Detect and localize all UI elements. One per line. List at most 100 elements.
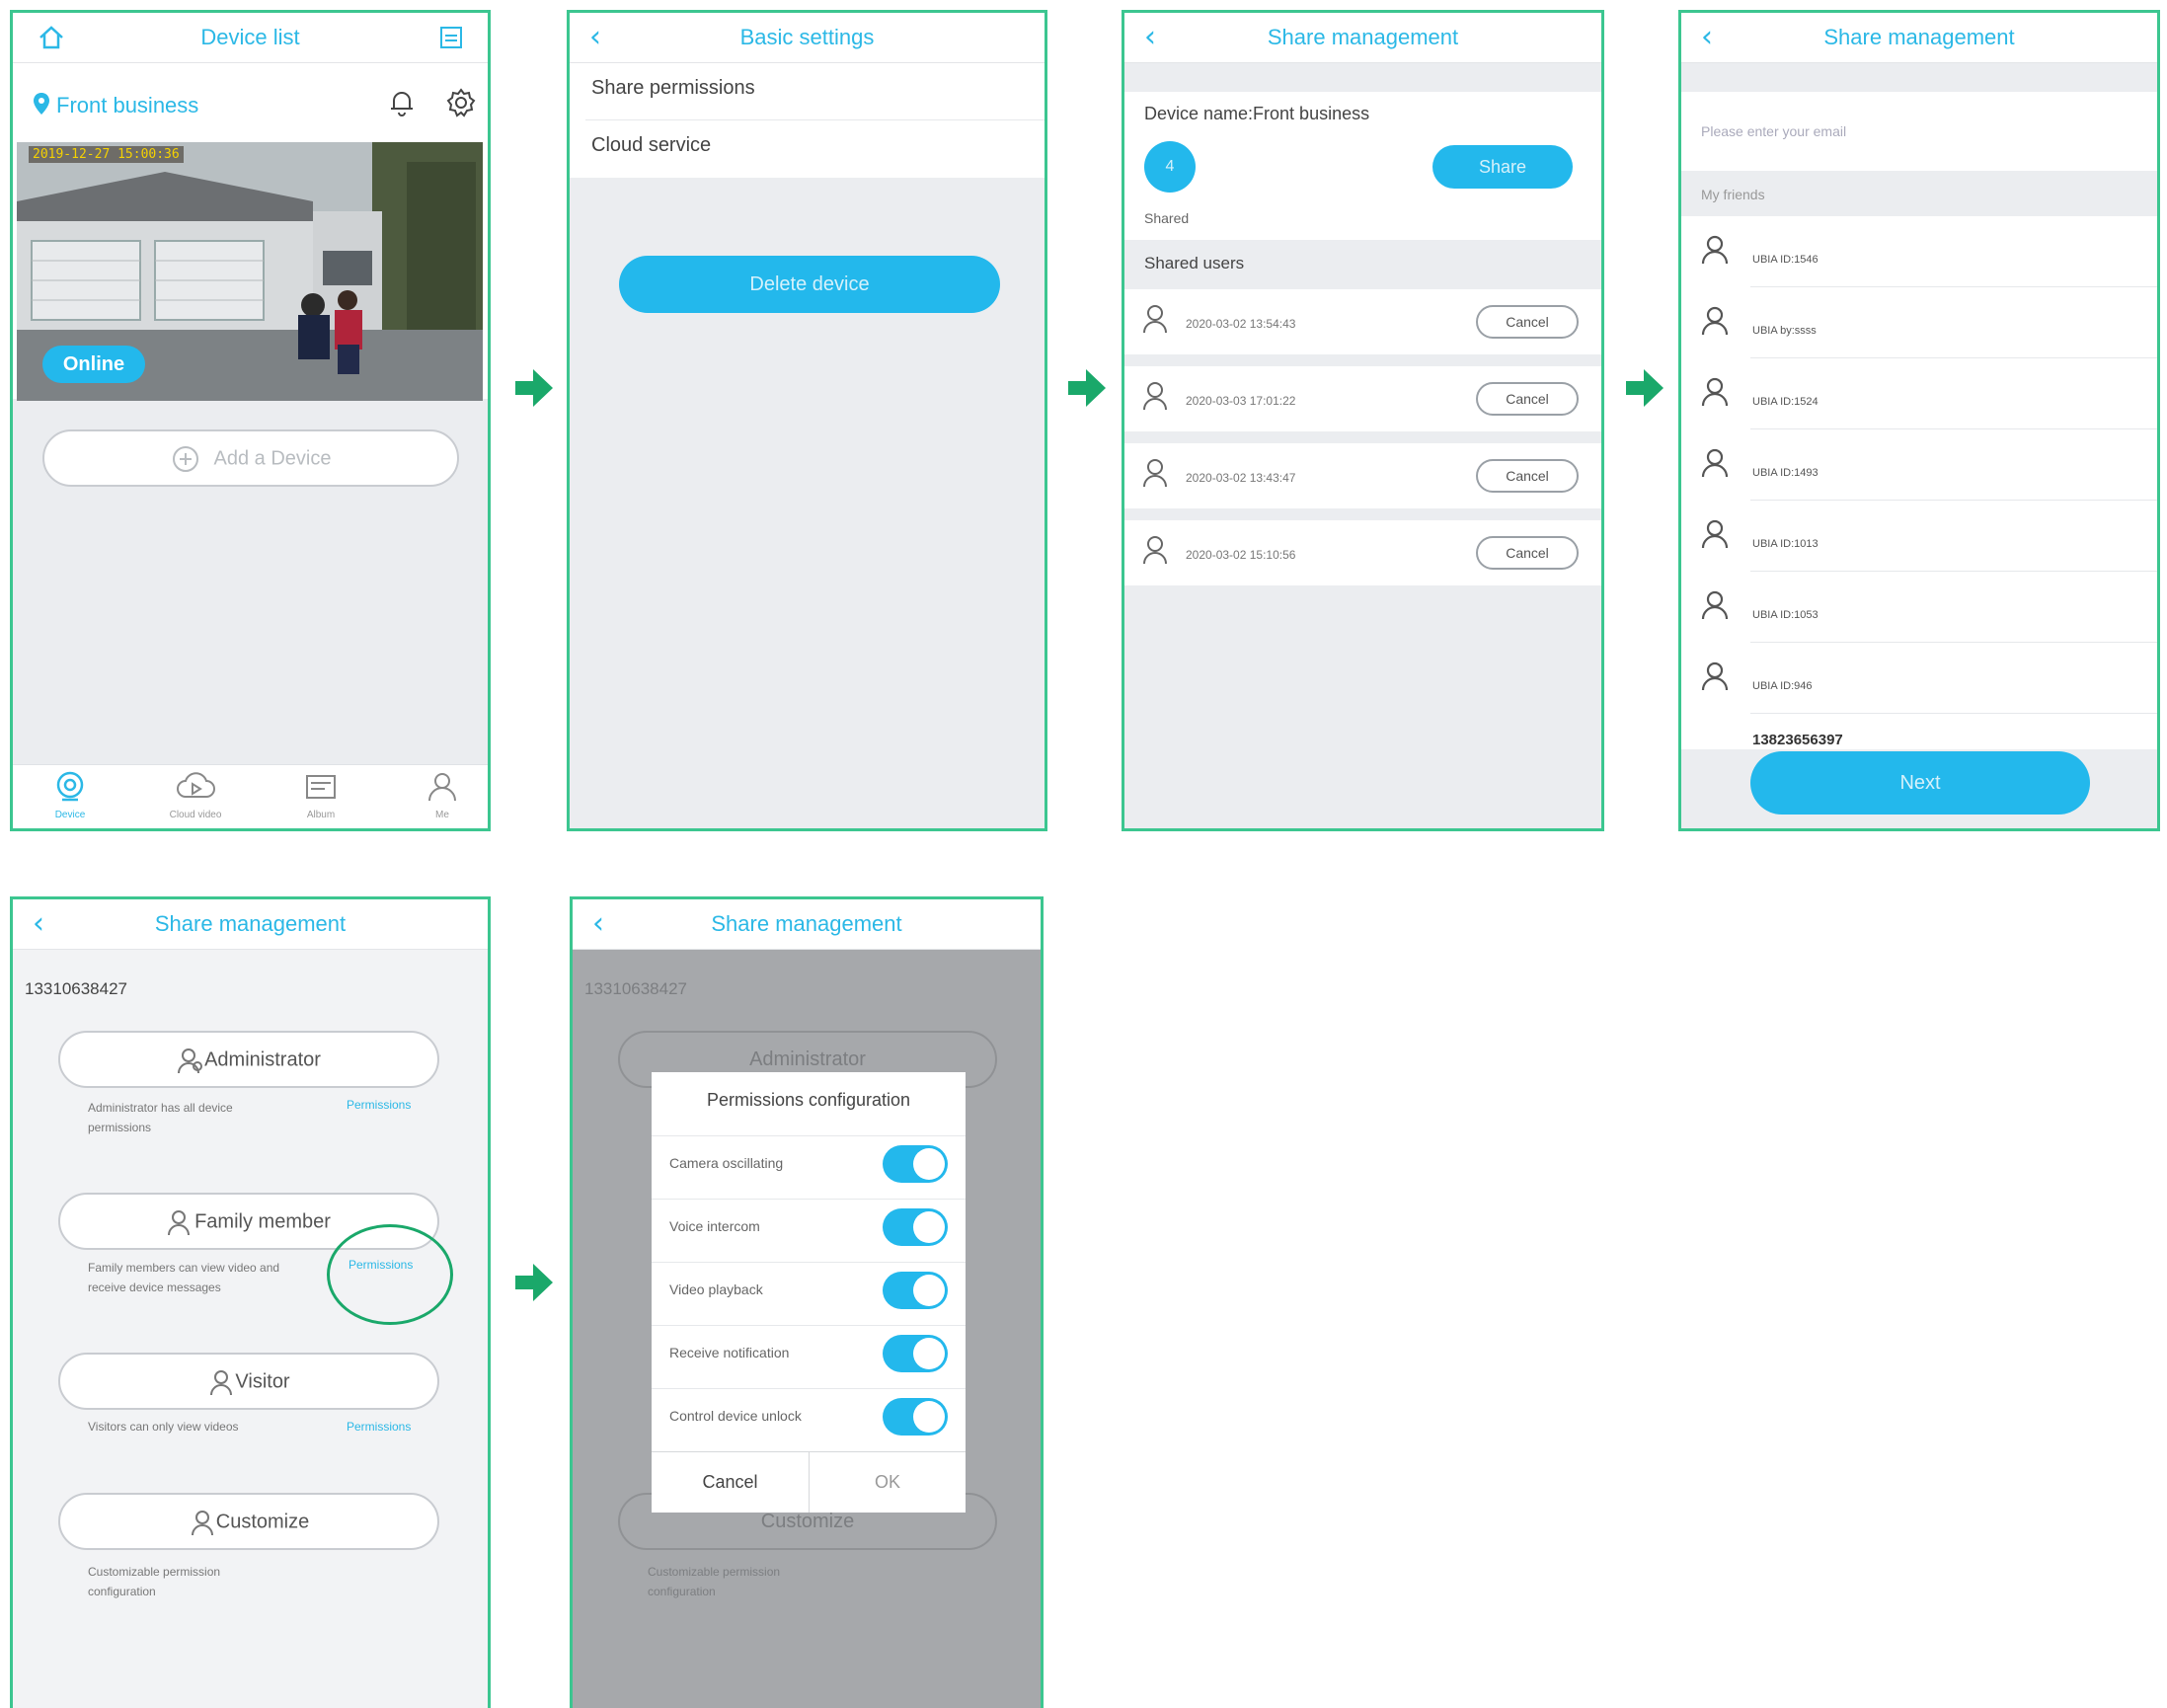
page-title: Device list <box>200 25 300 49</box>
friend-id: UBIA ID:1524 <box>1752 396 1819 408</box>
bottom-tab-bar: Device Cloud video Album Me <box>13 764 488 828</box>
device-card[interactable]: Front business 2019-12-27 15:00:36 Onlin… <box>13 63 488 401</box>
friend-person-icon <box>1701 305 1731 337</box>
friend-row[interactable]: UBIA ID:1524 <box>1681 358 2157 429</box>
divider <box>585 119 1045 120</box>
dialog-cancel-button[interactable]: Cancel <box>652 1452 809 1513</box>
friend-row[interactable]: UBIA ID:1053 <box>1681 572 2157 643</box>
cancel-share-button[interactable]: Cancel <box>1476 459 1579 493</box>
administrator-desc: Administrator has all device permissions <box>88 1098 233 1137</box>
customize-role-button[interactable]: Customize <box>58 1493 439 1550</box>
next-button[interactable]: Next <box>1750 751 2090 815</box>
receive-notification-toggle[interactable] <box>883 1335 948 1372</box>
device-settings-gear-icon[interactable] <box>445 87 477 118</box>
tab-me[interactable]: Me <box>413 769 472 820</box>
shared-user-row: 2020-03-02 15:10:56 Cancel <box>1124 520 1601 585</box>
friend-id: UBIA ID:1013 <box>1752 538 1819 550</box>
home-icon[interactable] <box>37 23 66 52</box>
video-playback-toggle[interactable] <box>883 1272 948 1309</box>
cancel-share-button[interactable]: Cancel <box>1476 382 1579 416</box>
camera-oscillating-toggle[interactable] <box>883 1145 948 1183</box>
family-member-desc-line1: Family members can view video and <box>88 1261 280 1275</box>
page-title: Share management <box>1267 25 1459 49</box>
friend-person-icon <box>1701 518 1731 550</box>
add-circle-icon <box>171 444 200 474</box>
top-bar: Device list <box>13 13 488 63</box>
online-status-badge: Online <box>42 346 145 383</box>
flow-arrow-icon <box>1068 369 1106 407</box>
device-share-panel: Device name:Front business 4 Shared Shar… <box>1124 92 1601 240</box>
tab-cloud-video[interactable]: Cloud video <box>156 769 235 820</box>
top-bar: ‹ Share management <box>573 899 1041 950</box>
divider <box>652 1325 966 1326</box>
delete-device-button[interactable]: Delete device <box>619 256 1000 313</box>
cloud-service-item[interactable]: Cloud service <box>591 134 711 157</box>
email-input[interactable]: Please enter your email <box>1681 92 2157 171</box>
friend-row[interactable]: UBIA ID:1493 <box>1681 429 2157 501</box>
back-chevron-icon[interactable]: ‹ <box>1701 13 1713 62</box>
voice-intercom-toggle[interactable] <box>883 1208 948 1246</box>
administrator-permissions-link[interactable]: Permissions <box>347 1098 411 1112</box>
tab-album-label: Album <box>306 810 336 820</box>
user-person-icon <box>1142 457 1172 489</box>
customize-label-bg: Customize <box>760 1511 855 1532</box>
friend-row[interactable]: UBIA ID:1013 <box>1681 501 2157 572</box>
shared-user-row: 2020-03-03 17:01:22 Cancel <box>1124 366 1601 431</box>
share-permissions-item[interactable]: Share permissions <box>591 77 755 100</box>
back-chevron-icon[interactable]: ‹ <box>592 899 604 949</box>
add-device-button[interactable]: Add a Device <box>42 429 459 487</box>
family-member-icon <box>167 1208 194 1236</box>
tab-device[interactable]: Device <box>40 769 100 820</box>
location-pin-icon <box>31 91 52 116</box>
visitor-role-button[interactable]: Visitor <box>58 1353 439 1410</box>
control-device-unlock-toggle[interactable] <box>883 1398 948 1436</box>
share-button[interactable]: Share <box>1432 145 1573 189</box>
user-person-icon <box>1142 380 1172 412</box>
highlight-circle <box>327 1224 453 1325</box>
device-name: Front business <box>56 93 199 117</box>
divider <box>652 1135 966 1136</box>
cancel-share-button[interactable]: Cancel <box>1476 536 1579 570</box>
top-bar: ‹ Basic settings <box>570 13 1045 63</box>
account-number: 13310638427 <box>584 979 688 998</box>
top-bar: ‹ Share management <box>13 899 488 950</box>
friend-person-icon <box>1701 376 1731 408</box>
friend-row[interactable]: UBIA by:ssss <box>1681 287 2157 358</box>
friend-row[interactable]: UBIA ID:1546 <box>1681 216 2157 287</box>
visitor-icon <box>207 1368 235 1396</box>
permissions-dialog: Permissions configuration Camera oscilla… <box>652 1072 966 1513</box>
dialog-title: Permissions configuration <box>706 1090 911 1110</box>
customize-desc-bg-line2: configuration <box>648 1585 716 1598</box>
administrator-role-button[interactable]: Administrator <box>58 1031 439 1088</box>
visitor-label: Visitor <box>235 1370 290 1393</box>
friend-row-partial: 13823656397 <box>1752 732 1843 748</box>
tab-album[interactable]: Album <box>291 769 350 820</box>
family-member-label: Family member <box>194 1210 331 1233</box>
shared-user-date: 2020-03-03 17:01:22 <box>1186 394 1296 408</box>
dialog-ok-button[interactable]: OK <box>810 1452 966 1513</box>
tab-me-label: Me <box>435 810 449 820</box>
divider <box>652 1199 966 1200</box>
divider <box>1750 713 2157 714</box>
screen-device-list: Device list Front business 2019-12-27 15… <box>10 10 491 831</box>
cancel-share-button[interactable]: Cancel <box>1476 305 1579 339</box>
page-title: Share management <box>154 911 347 936</box>
friend-person-icon <box>1701 447 1731 479</box>
device-camera-icon <box>52 769 88 805</box>
administrator-desc-line1: Administrator has all device <box>88 1101 233 1115</box>
shared-user-date: 2020-03-02 15:10:56 <box>1186 548 1296 562</box>
back-chevron-icon[interactable]: ‹ <box>1144 13 1156 62</box>
role-panel: 13310638427 Administrator Administrator … <box>13 950 488 1708</box>
menu-icon[interactable] <box>438 25 464 50</box>
top-bar: ‹ Share management <box>1681 13 2157 63</box>
back-chevron-icon[interactable]: ‹ <box>589 13 601 62</box>
visitor-permissions-link[interactable]: Permissions <box>347 1420 411 1434</box>
alarm-bell-icon[interactable] <box>386 87 418 118</box>
back-chevron-icon[interactable]: ‹ <box>33 899 44 949</box>
friend-row[interactable]: UBIA ID:946 <box>1681 643 2157 714</box>
video-playback-label: Video playback <box>669 1281 763 1297</box>
visitor-desc: Visitors can only view videos <box>88 1420 239 1434</box>
customize-desc-bg: Customizable permission configuration <box>648 1562 780 1601</box>
tab-device-label: Device <box>54 810 86 820</box>
shared-label: Shared <box>1144 210 1190 226</box>
